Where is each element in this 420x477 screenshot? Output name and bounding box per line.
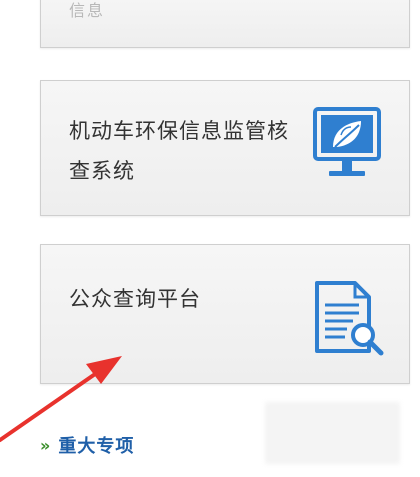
public-query-platform-card[interactable]: 公众查询平台 (40, 244, 410, 384)
document-search-icon (309, 279, 389, 363)
monitor-leaf-icon (311, 105, 391, 189)
vehicle-env-system-card[interactable]: 机动车环保信息监管核查系统 (40, 80, 410, 216)
page: 信息 机动车环保信息监管核查系统 公众查询平台 » 重大专项 (0, 0, 420, 477)
partial-card-label: 信息 (69, 1, 106, 20)
major-projects-link[interactable]: » 重大专项 (40, 432, 134, 458)
major-projects-label: 重大专项 (58, 436, 135, 457)
double-chevron-right-icon: » (40, 435, 50, 455)
vehicle-env-system-label: 机动车环保信息监管核查系统 (69, 119, 289, 183)
partial-card[interactable]: 信息 (40, 0, 410, 48)
public-query-platform-label: 公众查询平台 (69, 287, 201, 311)
blurred-area (265, 402, 400, 464)
